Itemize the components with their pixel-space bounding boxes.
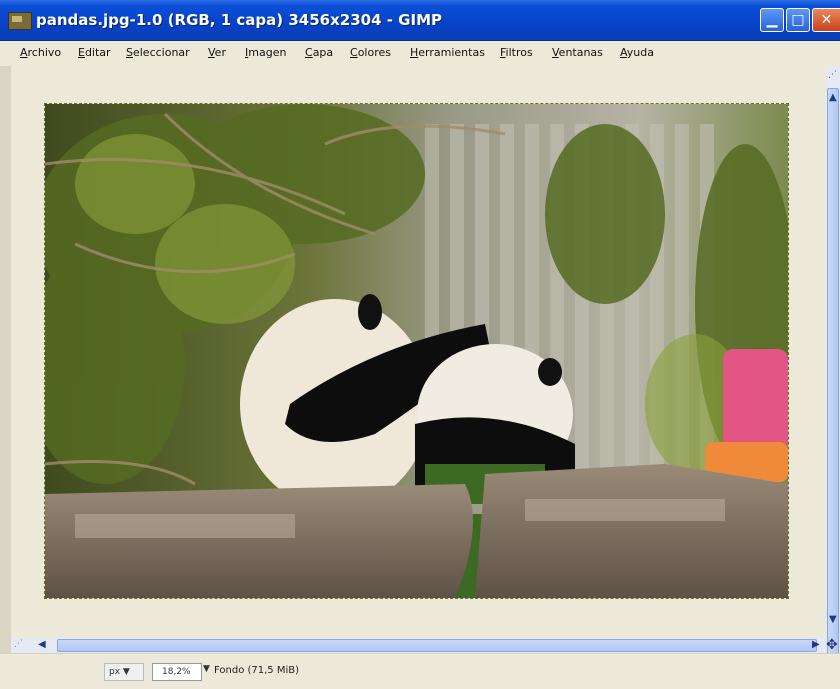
menu-colores[interactable]: Colores: [350, 46, 391, 59]
zoom-dropdown-icon[interactable]: ▼: [203, 664, 210, 674]
menu-seleccionar[interactable]: Seleccionar: [126, 46, 190, 59]
scroll-right-icon[interactable]: ▶: [812, 639, 820, 650]
quick-mask-icon[interactable]: ⋰: [14, 639, 23, 649]
menu-editar[interactable]: Editar: [78, 46, 111, 59]
vertical-scroll-thumb[interactable]: [827, 88, 839, 682]
scroll-left-icon[interactable]: ◀: [38, 639, 46, 650]
maximize-icon: □: [791, 12, 805, 28]
navigate-icon[interactable]: ✥: [826, 637, 838, 653]
vertical-scrollbar[interactable]: [826, 66, 840, 682]
scroll-corner-top: ⋰: [828, 70, 837, 80]
chevron-down-icon: ▼: [122, 667, 130, 677]
close-button[interactable]: ✕: [812, 8, 840, 32]
menu-herramientas[interactable]: Herramientas: [410, 46, 485, 59]
zoom-input[interactable]: 18,2%: [152, 663, 202, 681]
minimize-icon: ▁: [766, 12, 778, 28]
menu-bar: Archivo Editar Seleccionar Ver Imagen Ca…: [0, 41, 840, 67]
title-bar[interactable]: pandas.jpg-1.0 (RGB, 1 capa) 3456x2304 -…: [0, 0, 840, 41]
window-left-border: [0, 66, 11, 688]
gimp-app-icon[interactable]: [8, 12, 32, 30]
menu-capa[interactable]: Capa: [305, 46, 333, 59]
maximize-button[interactable]: □: [786, 8, 810, 32]
unit-select[interactable]: px ▼: [104, 663, 144, 681]
horizontal-scrollbar[interactable]: [11, 638, 826, 653]
menu-imagen[interactable]: Imagen: [245, 46, 286, 59]
scroll-up-icon[interactable]: ▲: [829, 92, 837, 103]
menu-archivo[interactable]: Archivo: [20, 46, 61, 59]
horizontal-scroll-thumb[interactable]: [57, 639, 817, 652]
scroll-down-icon[interactable]: ▼: [829, 614, 837, 625]
menu-ayuda[interactable]: Ayuda: [620, 46, 654, 59]
menu-ver[interactable]: Ver: [208, 46, 226, 59]
menu-ventanas[interactable]: Ventanas: [552, 46, 603, 59]
minimize-button[interactable]: ▁: [760, 8, 784, 32]
menu-filtros[interactable]: Filtros: [500, 46, 533, 59]
close-icon: ✕: [820, 12, 833, 28]
panda-photo: [45, 104, 788, 598]
layer-info: Fondo (71,5 MiB): [214, 665, 300, 676]
window-title: pandas.jpg-1.0 (RGB, 1 capa) 3456x2304 -…: [36, 11, 442, 29]
image-canvas[interactable]: [44, 103, 789, 599]
